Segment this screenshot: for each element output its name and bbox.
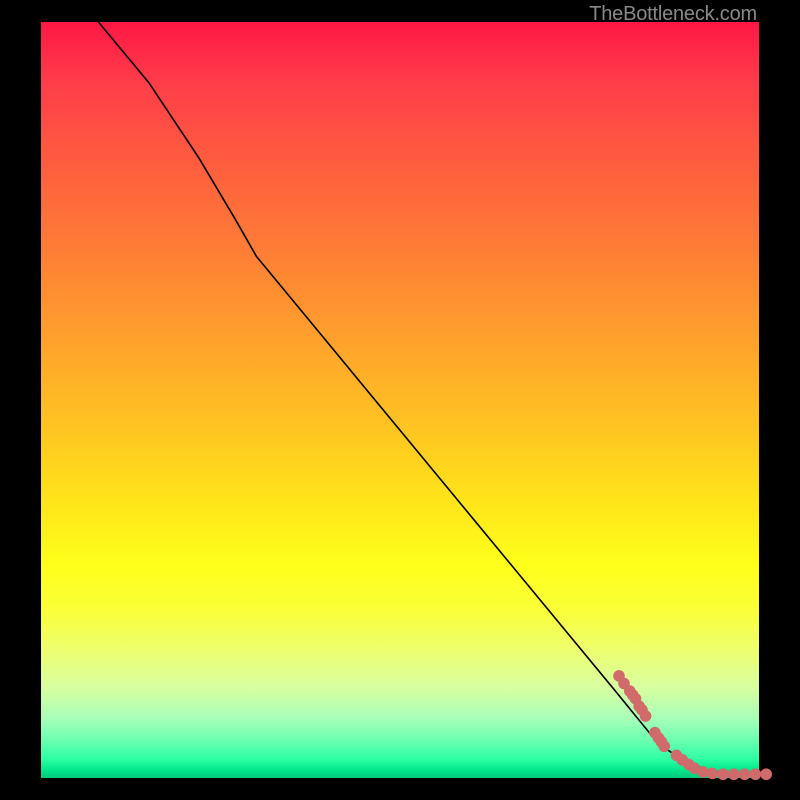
scatter-dot (739, 768, 751, 780)
chart-overlay (41, 22, 759, 778)
scatter-dot (640, 710, 652, 722)
scatter-dots (613, 670, 772, 780)
watermark: TheBottleneck.com (589, 3, 757, 26)
scatter-dot (658, 740, 670, 752)
scatter-dot (750, 768, 762, 780)
scatter-dot (707, 768, 719, 780)
scatter-dot (760, 768, 772, 780)
curve-line (98, 22, 759, 774)
scatter-dot (728, 768, 740, 780)
scatter-dot (717, 768, 729, 780)
